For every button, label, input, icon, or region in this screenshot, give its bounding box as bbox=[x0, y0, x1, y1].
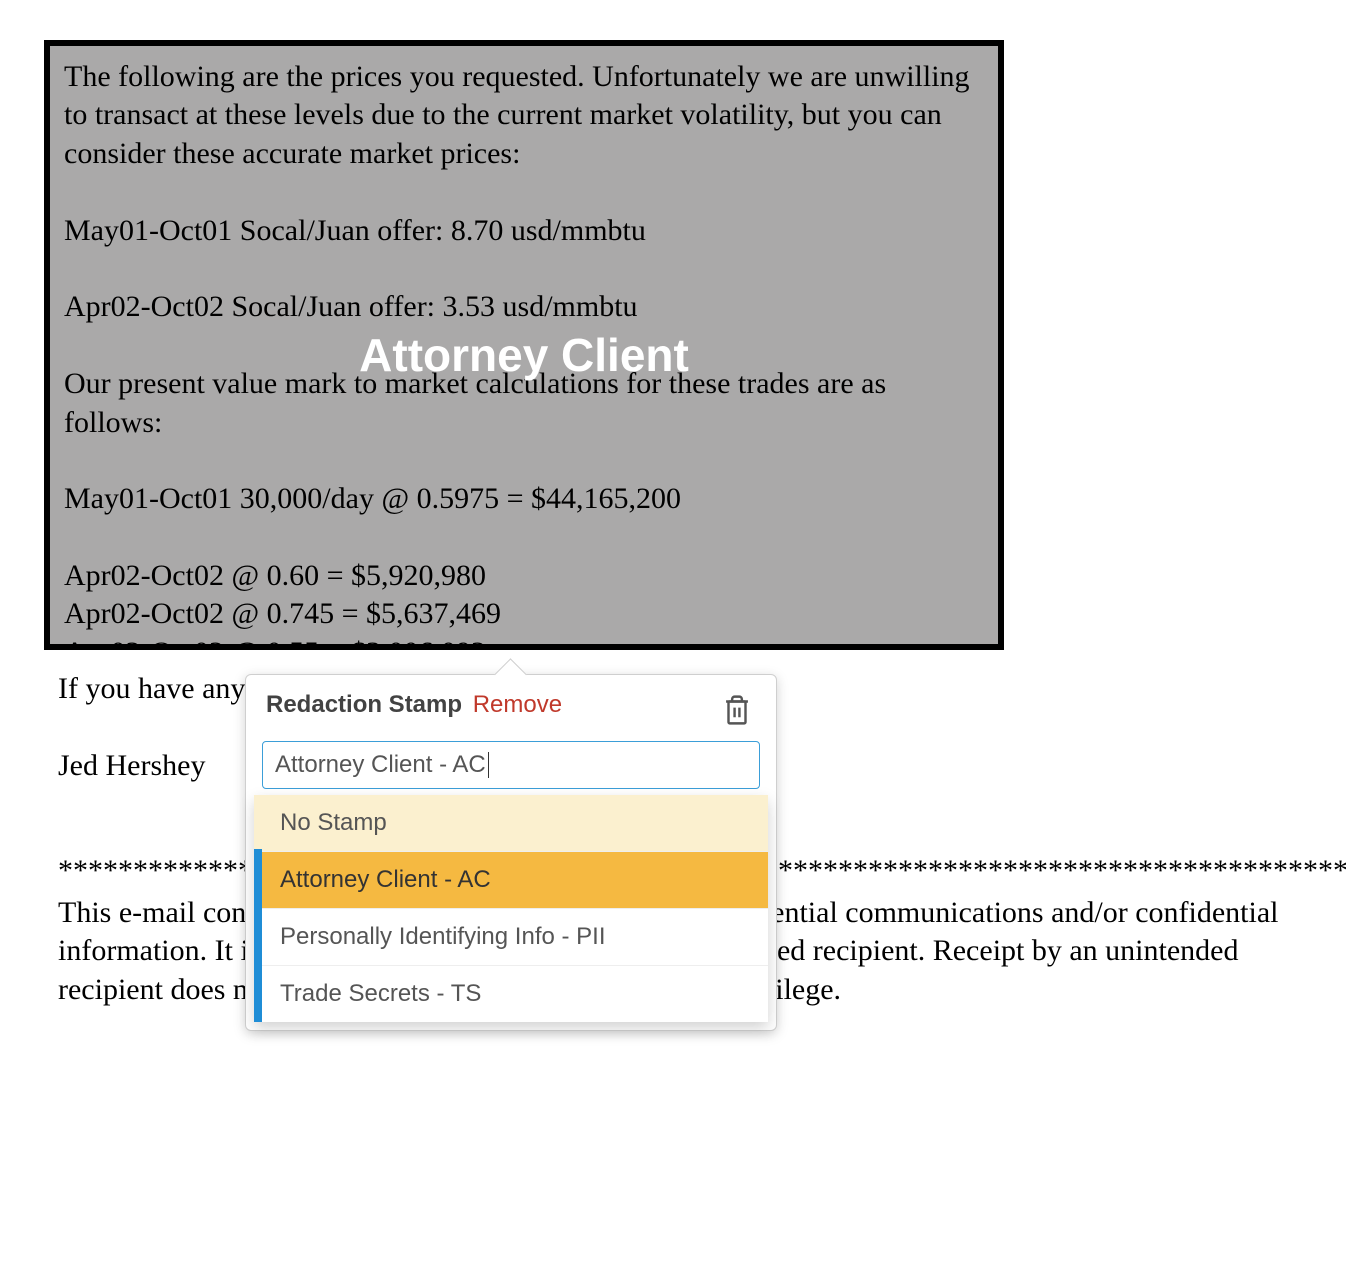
dropdown-selection-rail bbox=[254, 849, 262, 1022]
stamp-option-no-stamp[interactable]: No Stamp bbox=[254, 795, 768, 851]
redaction-region[interactable]: The following are the prices you request… bbox=[44, 40, 1004, 650]
popover-title-label: Redaction Stamp bbox=[266, 691, 462, 718]
stamp-input[interactable]: Attorney Client - AC bbox=[262, 741, 760, 789]
stamp-dropdown: No Stamp Attorney Client - AC Personally… bbox=[254, 795, 768, 1022]
text-cursor bbox=[488, 752, 489, 778]
popover-title: Redaction Stamp Remove bbox=[266, 691, 562, 719]
stamp-option-trade-secrets[interactable]: Trade Secrets - TS bbox=[254, 965, 768, 1022]
document-page: The following are the prices you request… bbox=[0, 0, 1346, 1284]
stamp-option-pii[interactable]: Personally Identifying Info - PII bbox=[254, 908, 768, 965]
stamp-option-attorney-client[interactable]: Attorney Client - AC bbox=[254, 851, 768, 908]
delete-redaction-button[interactable] bbox=[718, 691, 756, 729]
redaction-stamp-popover: Redaction Stamp Remove Attorney Client -… bbox=[245, 674, 777, 1031]
stamp-input-value: Attorney Client - AC bbox=[275, 751, 486, 779]
remove-stamp-link[interactable]: Remove bbox=[473, 691, 562, 718]
trash-icon bbox=[722, 693, 752, 727]
redacted-body-text: The following are the prices you request… bbox=[64, 58, 984, 650]
